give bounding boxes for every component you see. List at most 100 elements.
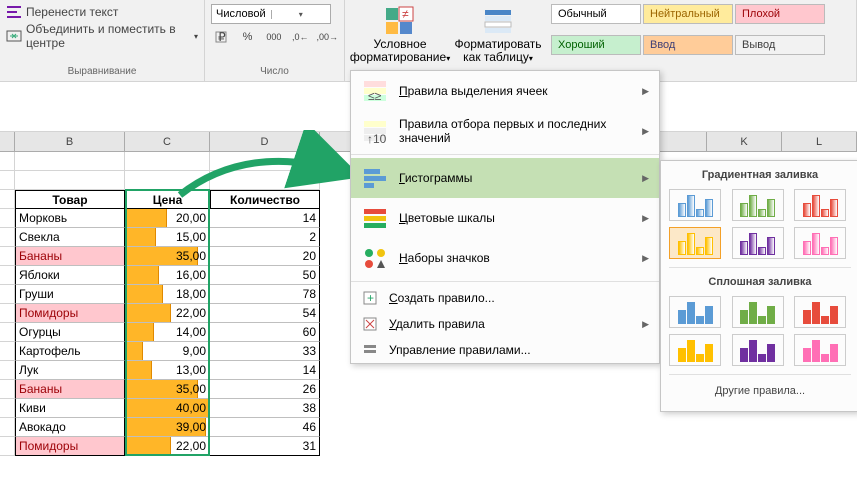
cell-tovar[interactable]: Груши	[15, 285, 125, 304]
number-format-combo[interactable]: Числовой ▾	[211, 4, 331, 24]
cell-price[interactable]: 35,00	[125, 380, 210, 399]
cell-tovar[interactable]: Морковь	[15, 209, 125, 228]
cell-tovar[interactable]: Картофель	[15, 342, 125, 361]
cell-qty[interactable]: 50	[210, 266, 320, 285]
cell-qty[interactable]: 20	[210, 247, 320, 266]
cell-price[interactable]: 13,00	[125, 361, 210, 380]
databar-solid-swatch[interactable]	[732, 296, 784, 328]
cell-tovar[interactable]: Огурцы	[15, 323, 125, 342]
cell-tovar[interactable]: Яблоки	[15, 266, 125, 285]
col-header-B[interactable]: B	[15, 132, 125, 151]
cell-qty[interactable]: 14	[210, 361, 320, 380]
conditional-formatting-button[interactable]: ≠ Условное форматирование▾	[355, 4, 445, 64]
cell-price[interactable]: 14,00	[125, 323, 210, 342]
cell-price[interactable]: 40,00	[125, 399, 210, 418]
col-header-D[interactable]: D	[210, 132, 320, 151]
databar-gradient-swatch[interactable]	[669, 227, 721, 259]
submenu-more-rules[interactable]: Другие правила...	[669, 379, 851, 403]
cell-tovar[interactable]: Киви	[15, 399, 125, 418]
format-as-table-button[interactable]: Форматировать как таблицу▾	[453, 4, 543, 64]
col-header-C[interactable]: C	[125, 132, 210, 151]
data-bar	[125, 304, 171, 322]
style-normal[interactable]: Обычный	[551, 4, 641, 24]
wrap-text-button[interactable]: Перенести текст	[6, 4, 198, 20]
cell-tovar[interactable]: Помидоры	[15, 304, 125, 323]
increase-decimal-button[interactable]: ,0←	[290, 27, 310, 47]
databar-solid-swatch[interactable]	[669, 296, 721, 328]
cell-tovar[interactable]: Помидоры	[15, 437, 125, 456]
col-header-L[interactable]: L	[782, 132, 857, 151]
menu-highlight-rules[interactable]: ≤≥ Правила выделения ячеек ▶	[351, 71, 659, 111]
data-bar	[125, 361, 152, 379]
cell-tovar[interactable]: Лук	[15, 361, 125, 380]
databar-gradient-swatch[interactable]	[794, 227, 846, 259]
comma-button[interactable]: 000	[264, 27, 284, 47]
data-bar	[125, 266, 159, 284]
databar-solid-swatch[interactable]	[794, 296, 846, 328]
cell-price[interactable]: 18,00	[125, 285, 210, 304]
style-good[interactable]: Хороший	[551, 35, 641, 55]
cell-tovar[interactable]: Авокадо	[15, 418, 125, 437]
databar-solid-swatch[interactable]	[732, 334, 784, 366]
conditional-formatting-icon: ≠	[384, 6, 416, 38]
menu-data-bars[interactable]: Гистограммы ▶	[351, 158, 659, 198]
style-input[interactable]: Ввод	[643, 35, 733, 55]
cell-qty[interactable]: 46	[210, 418, 320, 437]
style-output[interactable]: Вывод	[735, 35, 825, 55]
cell-tovar[interactable]: Свекла	[15, 228, 125, 247]
percent-button[interactable]: %	[237, 27, 257, 47]
cell-price[interactable]: 22,00	[125, 437, 210, 456]
data-bar	[125, 437, 171, 455]
menu-icon-sets[interactable]: Наборы значков ▶	[351, 238, 659, 278]
menu-top-rules[interactable]: ↑10 Правила отбора первых и последних зн…	[351, 111, 659, 151]
menu-clear-rules[interactable]: Удалить правила ▶	[351, 311, 659, 337]
menu-color-scales[interactable]: Цветовые шкалы ▶	[351, 198, 659, 238]
cell-price[interactable]: 9,00	[125, 342, 210, 361]
databar-solid-swatch[interactable]	[669, 334, 721, 366]
cell-styles-gallery: Обычный Нейтральный Плохой Хороший Ввод …	[551, 4, 825, 64]
databar-solid-swatch[interactable]	[794, 334, 846, 366]
data-bar	[125, 285, 163, 303]
col-header-K[interactable]: K	[707, 132, 782, 151]
table-row[interactable]: Авокадо39,0046	[0, 418, 857, 437]
cell-price[interactable]: 15,00	[125, 228, 210, 247]
cell-qty[interactable]: 38	[210, 399, 320, 418]
menu-manage-rules[interactable]: Управление правилами...	[351, 337, 659, 363]
cell-qty[interactable]: 60	[210, 323, 320, 342]
currency-button[interactable]: ₽	[211, 27, 231, 47]
databar-gradient-swatch[interactable]	[732, 189, 784, 221]
databar-gradient-swatch[interactable]	[669, 189, 721, 221]
cell-tovar[interactable]: Бананы	[15, 380, 125, 399]
cell-price[interactable]: 20,00	[125, 209, 210, 228]
decrease-decimal-button[interactable]: ,00→	[317, 27, 339, 47]
style-neutral[interactable]: Нейтральный	[643, 4, 733, 24]
style-bad[interactable]: Плохой	[735, 4, 825, 24]
cell-price[interactable]: 16,00	[125, 266, 210, 285]
new-rule-icon: +	[361, 289, 379, 307]
merge-label: Объединить и поместить в центре	[26, 22, 190, 50]
cell-qty[interactable]: 31	[210, 437, 320, 456]
data-bars-submenu: Градиентная заливка Сплошная заливка Дру…	[660, 160, 857, 412]
cell-price[interactable]: 39,00	[125, 418, 210, 437]
svg-text:₽: ₽	[218, 30, 226, 44]
menu-highlight-label: Правила выделения ячеек	[399, 84, 632, 98]
cell-qty[interactable]: 33	[210, 342, 320, 361]
merge-center-button[interactable]: Объединить и поместить в центре ▾	[6, 22, 198, 50]
cell-price[interactable]: 22,00	[125, 304, 210, 323]
styles-group: ≠ Условное форматирование▾ Форматировать…	[345, 0, 857, 81]
table-row[interactable]: Помидоры22,0031	[0, 437, 857, 456]
cell-qty[interactable]: 78	[210, 285, 320, 304]
cell-qty[interactable]: 2	[210, 228, 320, 247]
menu-new-rule[interactable]: + Создать правило...	[351, 285, 659, 311]
svg-text:≠: ≠	[402, 7, 409, 21]
cell-qty[interactable]: 14	[210, 209, 320, 228]
cell-price[interactable]: 35,00	[125, 247, 210, 266]
header-qty: Количество	[210, 190, 320, 209]
databar-gradient-swatch[interactable]	[732, 227, 784, 259]
top-rules-icon: ↑10	[361, 117, 389, 145]
cell-qty[interactable]: 26	[210, 380, 320, 399]
menu-iconsets-label: Наборы значков	[399, 251, 632, 265]
cell-qty[interactable]: 54	[210, 304, 320, 323]
cell-tovar[interactable]: Бананы	[15, 247, 125, 266]
databar-gradient-swatch[interactable]	[794, 189, 846, 221]
